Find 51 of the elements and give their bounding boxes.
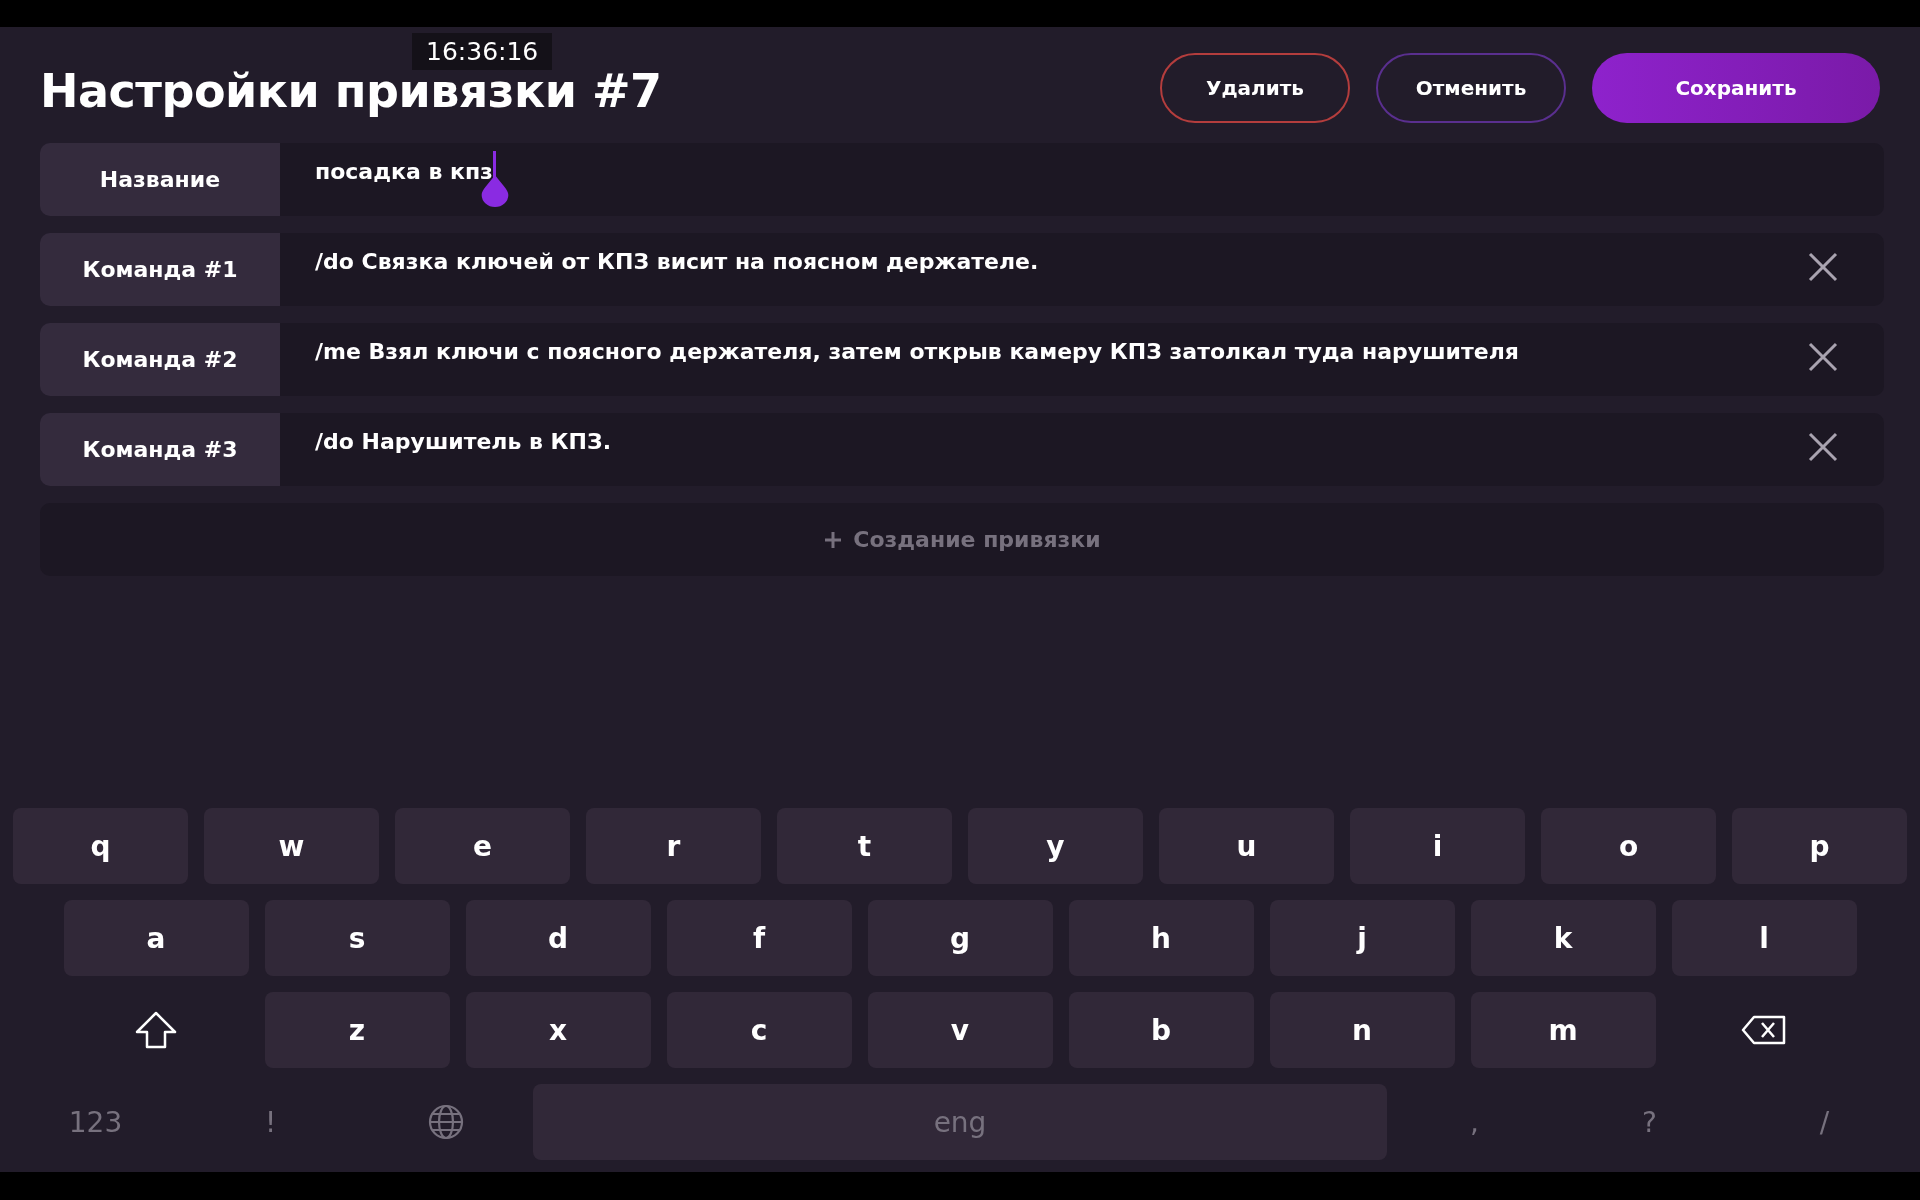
keyboard-key[interactable]: o xyxy=(1541,808,1716,884)
field-label: Команда #3 xyxy=(40,413,280,486)
keyboard-key[interactable]: u xyxy=(1159,808,1334,884)
keyboard-key[interactable]: b xyxy=(1068,992,1254,1068)
input-field[interactable]: /do Связка ключей от КПЗ висит на поясном держателе. xyxy=(280,233,1884,306)
close-icon[interactable] xyxy=(1808,432,1838,462)
keyboard-key[interactable]: i xyxy=(1350,808,1525,884)
keyboard-key[interactable]: c xyxy=(666,992,852,1068)
keyboard-key[interactable]: q xyxy=(13,808,188,884)
keyboard-key[interactable]: n xyxy=(1269,992,1455,1068)
keyboard-key[interactable]: x xyxy=(465,992,651,1068)
shift-icon[interactable] xyxy=(134,1010,178,1050)
keyboard-key[interactable]: v xyxy=(867,992,1053,1068)
keyboard-key[interactable]: e xyxy=(395,808,570,884)
input-field[interactable]: /me Взял ключи с поясного держателя, затем открыв камеру КПЗ затолкал туда нарушителя xyxy=(280,323,1884,396)
keyboard-key[interactable]: ? xyxy=(1562,1084,1737,1160)
keyboard-key[interactable]: h xyxy=(1068,900,1254,976)
keyboard-key[interactable]: l xyxy=(1671,900,1857,976)
cancel-button[interactable]: Отменить xyxy=(1376,53,1566,123)
keyboard-key[interactable]: a xyxy=(63,900,249,976)
keyboard-key[interactable]: j xyxy=(1269,900,1455,976)
keyboard-key[interactable]: z xyxy=(264,992,450,1068)
keyboard-key[interactable]: s xyxy=(264,900,450,976)
keyboard-key[interactable]: t xyxy=(777,808,952,884)
clock-time: 16:36:16 xyxy=(412,33,553,70)
plus-icon xyxy=(823,529,844,550)
input-field[interactable]: /do Нарушитель в КПЗ. xyxy=(280,413,1884,486)
keyboard-key[interactable]: k xyxy=(1470,900,1656,976)
backspace-icon[interactable] xyxy=(1741,1015,1787,1045)
save-button[interactable]: Сохранить xyxy=(1592,53,1880,123)
globe-icon[interactable] xyxy=(427,1104,464,1140)
keyboard-key[interactable]: ! xyxy=(183,1084,358,1160)
delete-button[interactable]: Удалить xyxy=(1160,53,1350,123)
keyboard-key[interactable]: y xyxy=(968,808,1143,884)
field-label: Название xyxy=(40,143,280,216)
keyboard-key[interactable]: r xyxy=(586,808,761,884)
keyboard-key[interactable]: 123 xyxy=(8,1084,183,1160)
keyboard-key[interactable]: , xyxy=(1387,1084,1562,1160)
keyboard-key[interactable]: / xyxy=(1737,1084,1912,1160)
close-icon[interactable] xyxy=(1808,342,1838,372)
close-icon[interactable] xyxy=(1808,252,1838,282)
keyboard-key[interactable]: g xyxy=(867,900,1053,976)
field-label: Команда #1 xyxy=(40,233,280,306)
input-field[interactable]: посадка в кпз xyxy=(280,143,1884,216)
keyboard-key[interactable]: w xyxy=(204,808,379,884)
field-label: Команда #2 xyxy=(40,323,280,396)
keyboard-key[interactable]: f xyxy=(666,900,852,976)
add-binding-button[interactable]: Создание привязки xyxy=(40,503,1884,576)
keyboard-key[interactable]: d xyxy=(465,900,651,976)
keyboard-key[interactable]: p xyxy=(1732,808,1907,884)
keyboard-key[interactable]: m xyxy=(1470,992,1656,1068)
